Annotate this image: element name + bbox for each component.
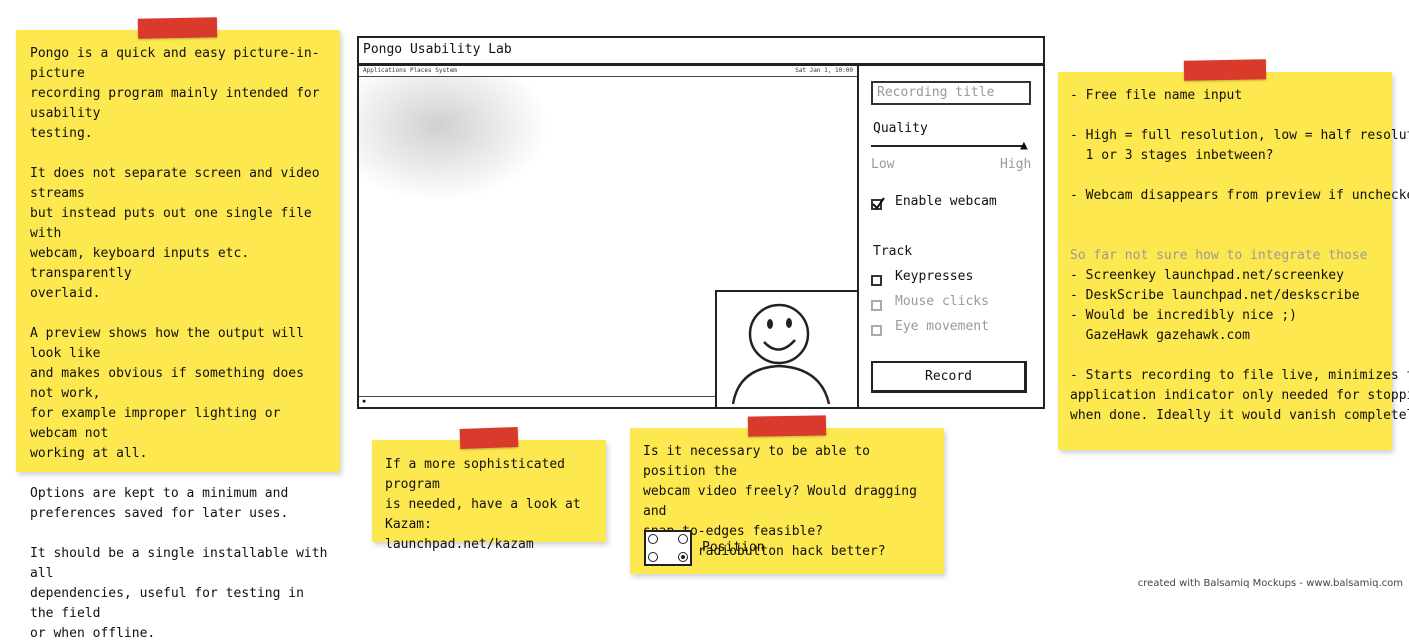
- recording-title-input[interactable]: Recording title: [871, 81, 1031, 105]
- right-note-line: - Starts recording to file live, minimiz…: [1070, 368, 1409, 383]
- eye-movement-label: Eye movement: [895, 319, 989, 334]
- desktop-clock-label: Sat Jan 1, 10:00: [795, 67, 853, 74]
- position-radio-bottom-right[interactable]: [678, 552, 688, 562]
- right-note-line: - Free file name input: [1070, 88, 1243, 103]
- right-note-line: [1070, 206, 1384, 226]
- preview-shading: [359, 76, 559, 216]
- right-sticky-note: - Free file name input - High = full reso…: [1058, 72, 1409, 450]
- options-panel: Recording title Quality ▲ Low High Enabl…: [859, 64, 1045, 409]
- left-note-paragraph: It does not separate screen and video st…: [30, 166, 320, 301]
- app-window-mockup: Pongo Usability Lab Applications Places …: [357, 36, 1045, 409]
- webcam-position-selector[interactable]: [644, 530, 692, 566]
- right-note-line: - High = full resolution, low = half res…: [1070, 128, 1409, 143]
- left-sticky-note: Pongo is a quick and easy picture-in-pic…: [16, 30, 340, 641]
- right-note-line: [1070, 346, 1384, 366]
- screen-preview: Applications Places System Sat Jan 1, 10…: [357, 64, 859, 409]
- right-note-line: So far not sure how to integrate those: [1070, 248, 1368, 263]
- right-note-line: [1070, 166, 1384, 186]
- desktop-menu-label: Applications Places System: [363, 67, 457, 74]
- mouse-clicks-checkbox[interactable]: [871, 300, 882, 311]
- right-note-line: - Webcam disappears from preview if unch…: [1070, 188, 1409, 203]
- webcam-overlay[interactable]: [715, 290, 857, 407]
- position-radio-bottom-left[interactable]: [648, 552, 658, 562]
- footer-credit: created with Balsamiq Mockups - www.bals…: [1137, 578, 1403, 589]
- right-note-line: - Would be incredibly nice ;): [1070, 308, 1297, 323]
- left-note-paragraph: It should be a single installable with a…: [30, 546, 328, 641]
- check-icon: [872, 197, 885, 210]
- right-note-line: - DeskScribe launchpad.net/deskscribe: [1070, 288, 1360, 303]
- person-icon: [731, 303, 831, 405]
- kazam-note-tape: [459, 426, 519, 450]
- quality-high-label: High: [1000, 157, 1032, 172]
- left-note-text: Pongo is a quick and easy picture-in-pic…: [30, 44, 330, 644]
- position-sticky-note: Is it necessary to be able to position t…: [630, 428, 944, 574]
- right-note-line: when done. Ideally it would vanish compl…: [1070, 408, 1409, 423]
- keypresses-label: Keypresses: [895, 269, 974, 284]
- mouse-clicks-label: Mouse clicks: [895, 294, 989, 309]
- window-title: Pongo Usability Lab: [357, 36, 1045, 65]
- right-note-line: GazeHawk gazehawk.com: [1070, 328, 1251, 343]
- keypresses-checkbox[interactable]: [871, 275, 882, 286]
- left-note-paragraph: Pongo is a quick and easy picture-in-pic…: [30, 46, 320, 141]
- right-note-text: - Free file name input - High = full reso…: [1070, 86, 1409, 426]
- record-button[interactable]: Record: [871, 361, 1027, 393]
- left-note-paragraph: A preview shows how the output will look…: [30, 326, 304, 461]
- quality-low-label: Low: [871, 157, 895, 172]
- left-note-paragraph: Options are kept to a minimum and prefer…: [30, 486, 289, 521]
- position-label: Position: [702, 540, 765, 555]
- enable-webcam-label: Enable webcam: [895, 194, 997, 209]
- position-radio-top-right[interactable]: [678, 534, 688, 544]
- right-note-line: [1070, 226, 1384, 246]
- kazam-note-text: If a more sophisticated program is neede…: [385, 457, 581, 552]
- track-label: Track: [873, 244, 913, 259]
- quality-label: Quality: [873, 121, 928, 136]
- eye-movement-checkbox[interactable]: [871, 325, 882, 336]
- right-note-line: [1070, 106, 1384, 126]
- right-note-line: application indicator only needed for st…: [1070, 388, 1409, 403]
- quality-slider-thumb[interactable]: ▲: [1020, 138, 1028, 153]
- right-note-tape: [1183, 59, 1267, 81]
- position-note-tape: [747, 415, 827, 437]
- enable-webcam-checkbox[interactable]: [871, 197, 885, 210]
- quality-slider[interactable]: [871, 145, 1026, 147]
- kazam-sticky-note: If a more sophisticated program is neede…: [372, 440, 606, 552]
- position-radio-top-left[interactable]: [648, 534, 658, 544]
- left-note-tape: [137, 17, 218, 39]
- right-note-line: 1 or 3 stages inbetween?: [1070, 148, 1274, 163]
- right-note-line: - Screenkey launchpad.net/screenkey: [1070, 268, 1344, 283]
